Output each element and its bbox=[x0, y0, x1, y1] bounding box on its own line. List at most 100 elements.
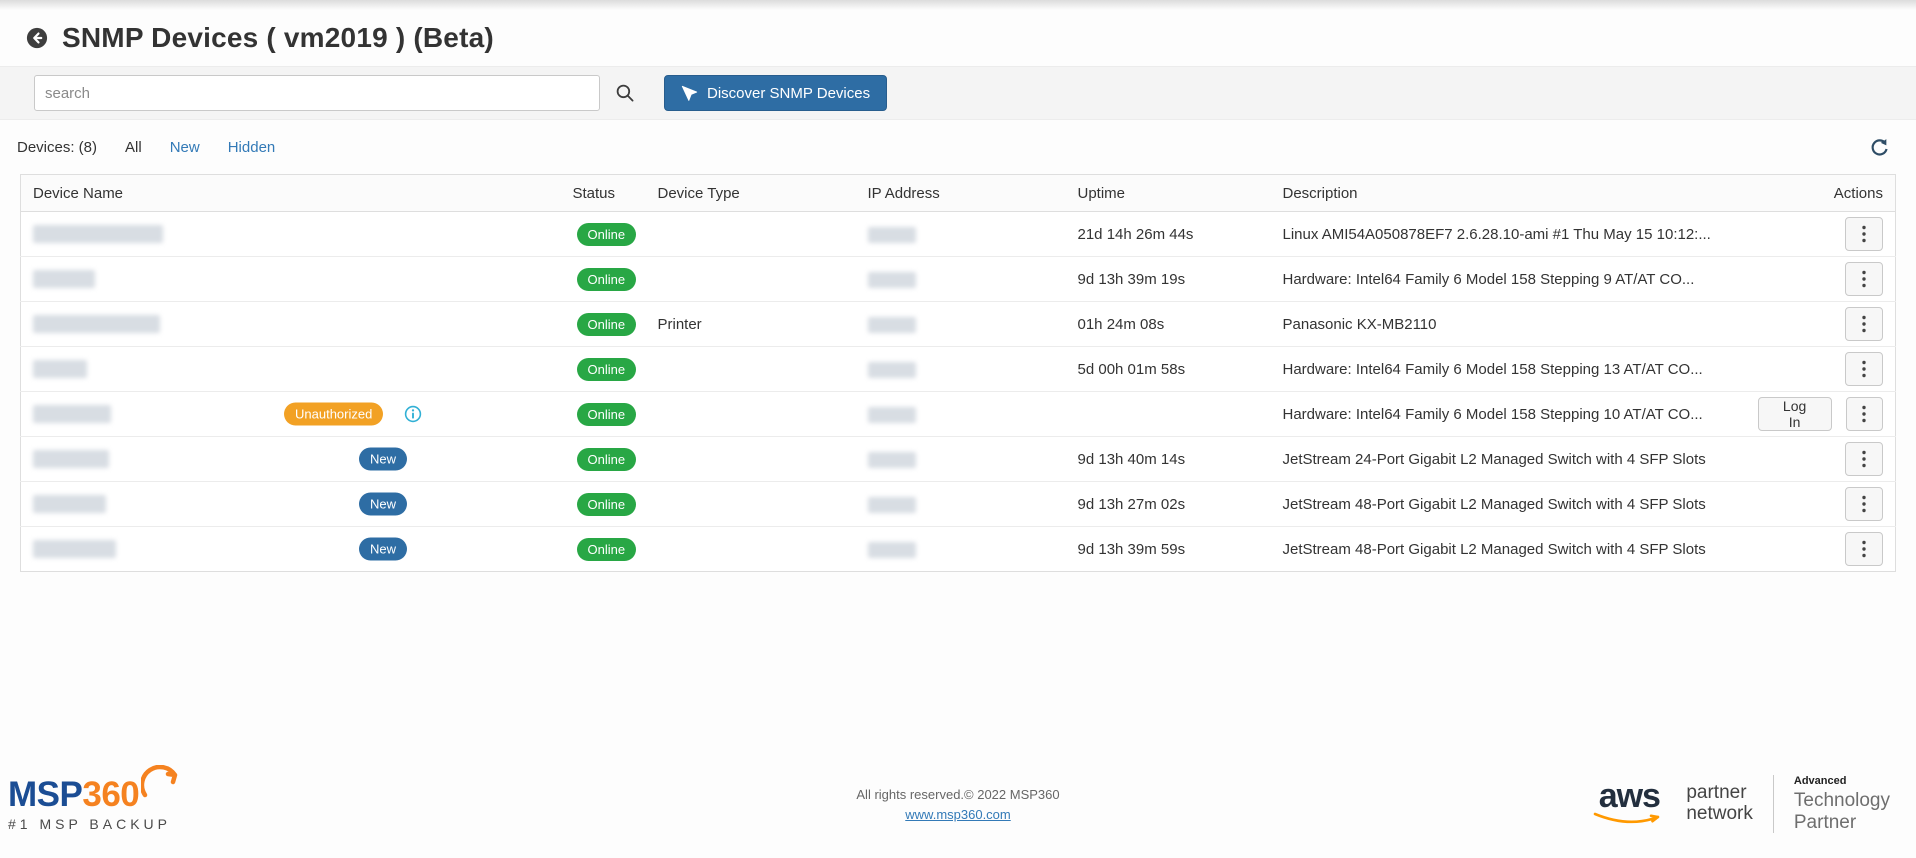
filter-tab-new[interactable]: New bbox=[170, 139, 200, 156]
redacted-device-name bbox=[33, 315, 160, 333]
actions-group bbox=[1758, 307, 1884, 341]
search-icon[interactable] bbox=[612, 80, 638, 106]
aws-wordmark: aws bbox=[1599, 781, 1660, 812]
redacted-device-name bbox=[33, 270, 95, 288]
page-header: SNMP Devices ( vm2019 ) (Beta) bbox=[0, 10, 1916, 54]
filter-tab-hidden[interactable]: Hidden bbox=[228, 139, 276, 156]
msp360-website-link[interactable]: www.msp360.com bbox=[905, 807, 1010, 822]
filter-bar: Devices: (8) All New Hidden bbox=[17, 136, 1890, 158]
status-cell: Online bbox=[561, 257, 646, 302]
description-cell: JetStream 24-Port Gigabit L2 Managed Swi… bbox=[1271, 437, 1746, 482]
row-menu-button[interactable] bbox=[1845, 442, 1883, 476]
description-cell: Linux AMI54A050878EF7 2.6.28.10-ami #1 T… bbox=[1271, 212, 1746, 257]
uptime-cell bbox=[1066, 392, 1271, 437]
col-device-type: Device Type bbox=[646, 175, 856, 212]
col-description: Description bbox=[1271, 175, 1746, 212]
aws-partner-line2: network bbox=[1686, 804, 1753, 825]
info-icon[interactable] bbox=[404, 405, 422, 423]
online-status-badge: Online bbox=[577, 223, 637, 246]
footer-center: All rights reserved.© 2022 MSP360 www.ms… bbox=[856, 787, 1059, 822]
actions-cell: Log In bbox=[1746, 392, 1896, 437]
status-cell: Online bbox=[561, 527, 646, 572]
uptime-cell: 9d 13h 40m 14s bbox=[1066, 437, 1271, 482]
device-name-cell bbox=[21, 212, 561, 257]
aws-tech-line2: Partner bbox=[1794, 812, 1890, 834]
footer: MSP360 #1 MSP BACKUP All rights reserved… bbox=[0, 754, 1916, 854]
redacted-ip-address bbox=[868, 362, 916, 378]
redacted-ip-address bbox=[868, 542, 916, 558]
description-cell: Hardware: Intel64 Family 6 Model 158 Ste… bbox=[1271, 257, 1746, 302]
device-row: Online 21d 14h 26m 44sLinux AMI54A050878E… bbox=[21, 212, 1896, 257]
device-name-cell bbox=[21, 257, 561, 302]
discover-snmp-devices-button[interactable]: Discover SNMP Devices bbox=[664, 75, 887, 111]
row-menu-button[interactable] bbox=[1845, 487, 1883, 521]
refresh-icon[interactable] bbox=[1868, 136, 1890, 158]
uptime-cell: 21d 14h 26m 44s bbox=[1066, 212, 1271, 257]
device-type-cell bbox=[646, 482, 856, 527]
actions-group bbox=[1758, 442, 1884, 476]
device-type-cell: Printer bbox=[646, 302, 856, 347]
status-cell: Online bbox=[561, 212, 646, 257]
description-cell: Panasonic KX-MB2110 bbox=[1271, 302, 1746, 347]
redacted-ip-address bbox=[868, 227, 916, 243]
status-cell: Online bbox=[561, 482, 646, 527]
status-cell: Online bbox=[561, 392, 646, 437]
device-row: New Online 9d 13h 40m 14sJetStream 24-Port… bbox=[21, 437, 1896, 482]
online-status-badge: Online bbox=[577, 448, 637, 471]
row-menu-button[interactable] bbox=[1845, 262, 1883, 296]
msp360-cloud-swoosh bbox=[141, 765, 189, 799]
table-header-row: Device Name Status Device Type IP Addres… bbox=[21, 175, 1896, 212]
description-cell: Hardware: Intel64 Family 6 Model 158 Ste… bbox=[1271, 392, 1746, 437]
ip-address-cell bbox=[856, 527, 1066, 572]
msp360-logo: MSP360 #1 MSP BACKUP bbox=[8, 777, 171, 832]
back-icon[interactable] bbox=[26, 27, 48, 49]
device-table-body: Online 21d 14h 26m 44sLinux AMI54A050878E… bbox=[21, 212, 1896, 572]
new-badge: New bbox=[359, 538, 407, 561]
actions-group: Log In bbox=[1758, 397, 1884, 431]
log-in-button[interactable]: Log In bbox=[1758, 397, 1832, 431]
msp360-logo-msp: MSP bbox=[8, 775, 82, 814]
online-status-badge: Online bbox=[577, 268, 637, 291]
send-icon bbox=[681, 85, 698, 102]
device-row: NewOnline9d 13h 39m 59sJetStream 48-Port… bbox=[21, 527, 1896, 572]
device-name-cell: New bbox=[21, 437, 561, 482]
redacted-ip-address bbox=[868, 407, 916, 423]
search-input[interactable] bbox=[34, 75, 600, 111]
actions-cell bbox=[1746, 257, 1896, 302]
online-status-badge: Online bbox=[577, 493, 637, 516]
redacted-ip-address bbox=[868, 317, 916, 333]
actions-group bbox=[1758, 262, 1884, 296]
col-device-name: Device Name bbox=[21, 175, 561, 212]
uptime-cell: 9d 13h 27m 02s bbox=[1066, 482, 1271, 527]
device-type-cell bbox=[646, 212, 856, 257]
aws-partner-logo: aws partner network Advanced Technology … bbox=[1592, 775, 1890, 834]
new-badge: New bbox=[359, 448, 407, 471]
uptime-cell: 9d 13h 39m 19s bbox=[1066, 257, 1271, 302]
ip-address-cell bbox=[856, 392, 1066, 437]
actions-cell bbox=[1746, 347, 1896, 392]
redacted-device-name bbox=[33, 450, 109, 468]
ip-address-cell bbox=[856, 302, 1066, 347]
actions-group bbox=[1758, 532, 1884, 566]
device-name-cell bbox=[21, 302, 561, 347]
ip-address-cell bbox=[856, 347, 1066, 392]
online-status-badge: Online bbox=[577, 403, 637, 426]
row-menu-button[interactable] bbox=[1845, 307, 1883, 341]
row-menu-button[interactable] bbox=[1845, 532, 1883, 566]
filter-tab-all[interactable]: All bbox=[125, 139, 142, 156]
actions-group bbox=[1758, 352, 1884, 386]
redacted-ip-address bbox=[868, 452, 916, 468]
status-cell: Online bbox=[561, 302, 646, 347]
page-title: SNMP Devices ( vm2019 ) (Beta) bbox=[62, 22, 494, 54]
top-scroll-shadow bbox=[0, 0, 1916, 10]
row-menu-button[interactable] bbox=[1846, 397, 1883, 431]
redacted-device-name bbox=[33, 540, 116, 558]
msp360-logo-360: 360 bbox=[82, 775, 139, 814]
ip-address-cell bbox=[856, 482, 1066, 527]
redacted-device-name bbox=[33, 225, 163, 243]
msp360-tagline: #1 MSP BACKUP bbox=[8, 816, 171, 832]
device-type-cell bbox=[646, 527, 856, 572]
new-badge: New bbox=[359, 493, 407, 516]
row-menu-button[interactable] bbox=[1845, 352, 1883, 386]
row-menu-button[interactable] bbox=[1845, 217, 1883, 251]
